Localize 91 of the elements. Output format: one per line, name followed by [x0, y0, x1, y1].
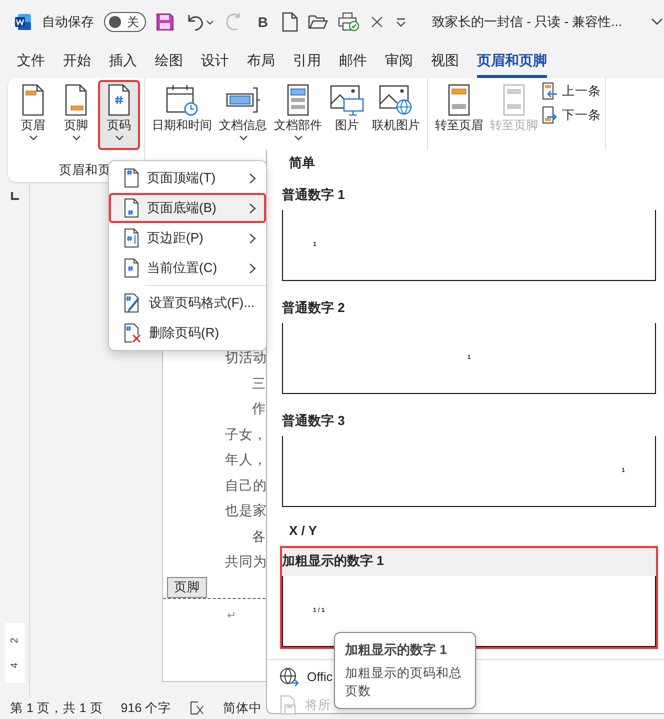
ribbon-small-button[interactable]: 上一条	[542, 82, 601, 100]
chevron-right-icon	[249, 172, 256, 184]
ribbon-tab[interactable]: 绘图	[155, 44, 183, 78]
tooltip-text: 加粗显示的页码和总页数	[345, 665, 463, 700]
ribbon-tab[interactable]: 文件	[17, 44, 45, 78]
ribbon-tab[interactable]: 审阅	[385, 44, 413, 78]
page-margin-number-icon	[123, 228, 139, 248]
format-page-number-icon	[123, 293, 141, 313]
page-number-icon	[106, 84, 132, 116]
gallery-section-heading: 简单	[288, 154, 316, 172]
ribbon-button[interactable]: 转至页眉	[432, 80, 486, 150]
page-bottom-number-icon	[123, 198, 139, 218]
menu-item[interactable]: 页面顶端(T)	[109, 163, 266, 193]
print-check-icon[interactable]	[338, 12, 360, 32]
ribbon-button[interactable]: 图片	[326, 80, 368, 150]
ribbon-button[interactable]: 文档信息	[216, 80, 270, 150]
document-text: 也是家	[225, 502, 267, 520]
menu-item[interactable]: 当前位置(C)	[109, 253, 266, 283]
ribbon-tab[interactable]: 设计	[201, 44, 229, 78]
word-logo-icon	[14, 13, 32, 31]
autosave-toggle[interactable]: 关	[104, 12, 146, 32]
menu-item[interactable]: 删除页码(R)	[109, 318, 266, 348]
gallery-menu-item[interactable]: Offic	[279, 666, 332, 688]
close-icon[interactable]	[370, 15, 384, 29]
gallery-item-label: 加粗显示的数字 1	[282, 548, 656, 576]
calendar-clock-icon	[165, 84, 199, 116]
previous-icon	[542, 82, 558, 100]
ribbon-tab[interactable]: 布局	[247, 44, 275, 78]
save-icon[interactable]	[156, 13, 174, 31]
document-text: 自己的	[225, 476, 267, 494]
new-document-icon[interactable]	[282, 12, 298, 32]
ribbon-button[interactable]: 页脚	[55, 80, 97, 150]
gallery-item-label: 普通数字 3	[282, 412, 346, 430]
ribbon-small-button[interactable]: 下一条	[542, 106, 601, 124]
tab-stop-icon	[10, 192, 18, 200]
caret-icon	[28, 135, 38, 141]
word-count[interactable]: 916 个字	[120, 700, 172, 716]
gallery-section-heading: X / Y	[288, 522, 318, 540]
next-icon	[542, 106, 558, 124]
gallery-item-label: 普通数字 2	[282, 299, 346, 317]
go-to-footer-icon	[501, 84, 527, 116]
remove-page-number-icon	[123, 323, 141, 343]
document-text: 共同为	[225, 553, 267, 571]
page-top-number-icon	[123, 168, 139, 188]
document-text: 年人，	[225, 451, 267, 469]
language-status[interactable]: 简体中	[223, 700, 262, 716]
ribbon-button[interactable]: 文档部件	[271, 80, 325, 150]
menu-item[interactable]: 页边距(P)	[109, 223, 266, 253]
page-count[interactable]: 第 1 页，共 1 页	[10, 700, 103, 716]
paragraph-mark: ↵	[227, 608, 236, 622]
ruler-number: 4	[9, 662, 20, 668]
picture-icon	[330, 84, 364, 116]
caret-icon	[238, 135, 248, 141]
document-text: 三	[252, 374, 266, 392]
globe-arrow-icon	[279, 667, 299, 687]
chevron-down-icon[interactable]	[650, 17, 664, 27]
online-picture-icon	[379, 84, 413, 116]
ribbon-button[interactable]: 联机图片	[369, 80, 423, 150]
quick-parts-icon	[285, 84, 311, 116]
footer-tag: 页脚	[167, 576, 207, 598]
chevron-right-icon	[249, 202, 256, 214]
document-text: 切活动	[225, 349, 267, 367]
chevron-right-icon	[249, 262, 256, 274]
document-title: 致家长的一封信 - 只读 - 兼容性...	[432, 13, 622, 31]
document-text: 作	[252, 400, 266, 418]
header-icon	[20, 84, 46, 116]
caret-icon	[294, 135, 302, 141]
proofing-icon[interactable]	[189, 700, 206, 716]
bold-button[interactable]: B	[254, 14, 272, 30]
ribbon-button[interactable]: 日期和时间	[149, 80, 215, 150]
footer-icon	[63, 84, 89, 116]
menu-item[interactable]: 设置页码格式(F)...	[109, 288, 266, 318]
ribbon-tab[interactable]: 插入	[109, 44, 137, 78]
gallery-item-label: 普通数字 1	[282, 186, 346, 204]
autosave-label: 自动保存	[42, 13, 94, 31]
caret-icon	[72, 135, 80, 141]
document-text: 子女，	[225, 426, 267, 444]
document-text: 各	[252, 528, 266, 546]
ribbon-tab[interactable]: 开始	[63, 44, 91, 78]
open-folder-icon[interactable]	[308, 14, 328, 30]
go-to-header-icon	[446, 84, 472, 116]
ribbon-button[interactable]: 页眉	[12, 80, 54, 150]
caret-icon	[114, 135, 124, 141]
ruler-number: 2	[9, 638, 20, 644]
ribbon-tab[interactable]: 引用	[293, 44, 321, 78]
chevron-right-icon	[249, 232, 256, 244]
menu-item[interactable]: 页面底端(B)	[109, 193, 266, 223]
ribbon-tab[interactable]: 视图	[431, 44, 459, 78]
ribbon-button[interactable]: 页码	[98, 80, 140, 150]
ribbon-tab[interactable]: 邮件	[339, 44, 367, 78]
page-number-icon	[123, 258, 139, 278]
